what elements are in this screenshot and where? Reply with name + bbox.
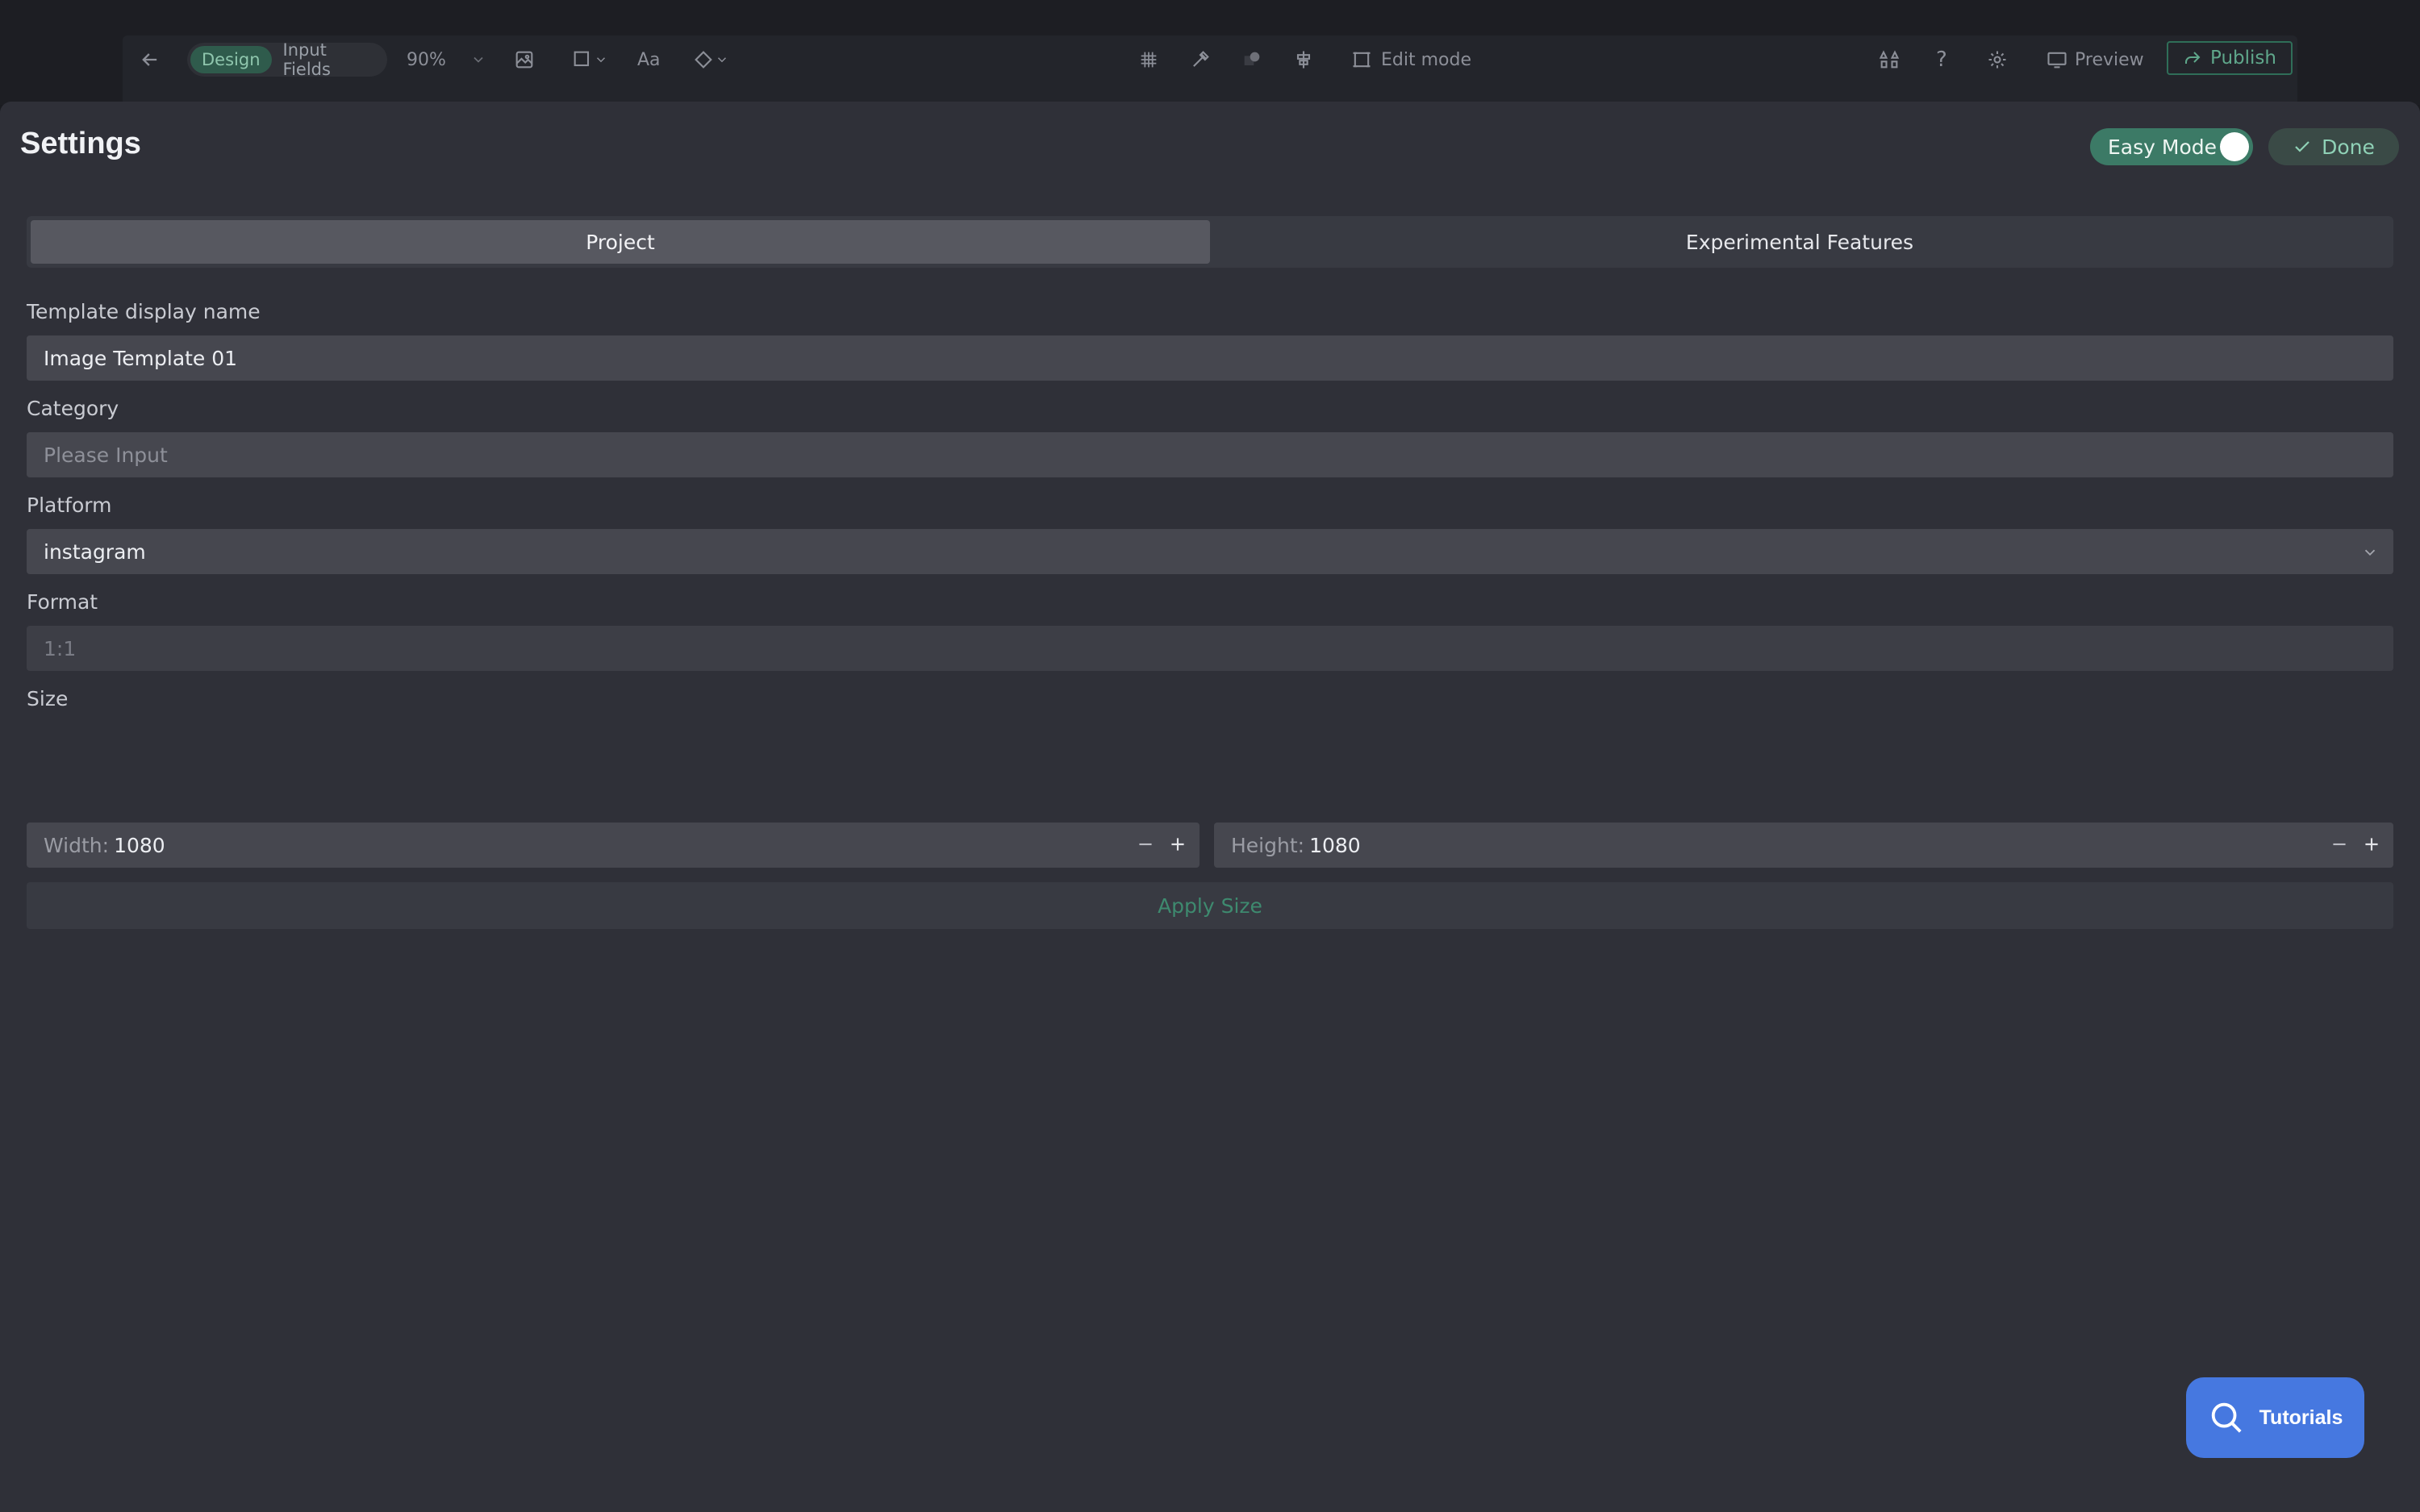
share-icon <box>2185 52 2201 64</box>
frame-icon <box>1353 52 1371 68</box>
app-background: Design Input Fields 90% Aa Edit mode ? P… <box>0 0 2420 105</box>
template-name-value: Image Template 01 <box>44 346 238 370</box>
plus-icon[interactable] <box>1167 834 1188 855</box>
format-value: 1:1 <box>44 636 77 660</box>
settings-panel: Settings Easy Mode Done Project Experime… <box>0 102 2420 1512</box>
platform-value: instagram <box>44 539 146 564</box>
width-input[interactable]: Width: 1080 <box>27 823 1200 868</box>
apply-size-button[interactable]: Apply Size <box>27 882 2393 929</box>
done-button[interactable]: Done <box>2268 128 2399 165</box>
height-input[interactable]: Height: 1080 <box>1214 823 2393 868</box>
tab-project[interactable]: Project <box>31 220 1210 264</box>
tutorials-button[interactable]: Tutorials <box>2186 1377 2364 1458</box>
minus-icon[interactable] <box>2329 834 2350 855</box>
settings-title: Settings <box>20 127 141 160</box>
zoom-select[interactable]: 90% <box>407 35 486 84</box>
publish-label: Publish <box>2210 48 2276 69</box>
template-name-label: Template display name <box>27 300 261 323</box>
chevron-down-icon <box>474 56 483 63</box>
chevron-down-icon <box>2364 549 2376 556</box>
format-label: Format <box>27 590 98 614</box>
category-input[interactable]: Please Input <box>27 432 2393 477</box>
category-label: Category <box>27 397 119 420</box>
category-placeholder: Please Input <box>44 443 168 467</box>
align-icon[interactable] <box>1292 35 1315 84</box>
width-stepper <box>1135 834 1188 855</box>
search-icon <box>2211 1402 2242 1433</box>
plus-icon[interactable] <box>2361 834 2382 855</box>
height-value: 1080 <box>1309 833 1361 857</box>
zoom-value: 90% <box>407 49 446 70</box>
fill-color-icon[interactable] <box>1241 35 1263 84</box>
checkmark-icon <box>2295 141 2309 152</box>
done-label: Done <box>2322 135 2375 159</box>
mode-design-tab[interactable]: Design <box>190 46 272 73</box>
easy-mode-toggle[interactable]: Easy Mode <box>2090 128 2253 165</box>
tutorials-label: Tutorials <box>2259 1406 2343 1429</box>
toggle-knob <box>2220 132 2249 161</box>
height-stepper <box>2329 834 2382 855</box>
width-value: 1080 <box>114 833 165 857</box>
width-prefix: Width: <box>44 833 110 857</box>
mode-input-fields-tab[interactable]: Input Fields <box>272 40 384 79</box>
image-icon[interactable] <box>513 35 536 84</box>
back-arrow-icon[interactable] <box>139 35 161 84</box>
monitor-icon <box>2047 52 2067 69</box>
easy-mode-label: Easy Mode <box>2108 135 2217 159</box>
template-name-input[interactable]: Image Template 01 <box>27 335 2393 381</box>
size-label: Size <box>27 687 69 710</box>
platform-select[interactable]: instagram <box>27 529 2393 574</box>
gear-icon[interactable] <box>1986 35 2009 84</box>
format-input: 1:1 <box>27 626 2393 671</box>
edit-mode-button[interactable]: Edit mode <box>1350 35 1471 84</box>
shape-icon[interactable] <box>571 35 608 84</box>
text-tool[interactable]: Aa <box>637 35 661 84</box>
component-icon[interactable] <box>692 35 729 84</box>
preview-button[interactable]: Preview <box>2046 35 2144 84</box>
minus-icon[interactable] <box>1135 834 1156 855</box>
grid-icon[interactable] <box>1137 35 1160 84</box>
height-prefix: Height: <box>1231 833 1305 857</box>
eyedropper-icon[interactable] <box>1189 35 1212 84</box>
settings-tabs: Project Experimental Features <box>27 216 2393 268</box>
editor-toolbar: Design Input Fields 90% Aa Edit mode ? P… <box>123 35 2297 103</box>
preview-label: Preview <box>2075 49 2144 70</box>
tab-experimental-features[interactable]: Experimental Features <box>1210 220 2389 264</box>
publish-button[interactable]: Publish <box>2167 41 2293 75</box>
mode-switch[interactable]: Design Input Fields <box>187 40 387 79</box>
help-button[interactable]: ? <box>1936 35 1947 84</box>
edit-mode-label: Edit mode <box>1381 49 1471 70</box>
chevron-down-icon <box>596 57 606 63</box>
chevron-down-icon <box>717 57 727 63</box>
platform-label: Platform <box>27 494 112 517</box>
variants-icon[interactable] <box>1878 35 1901 84</box>
